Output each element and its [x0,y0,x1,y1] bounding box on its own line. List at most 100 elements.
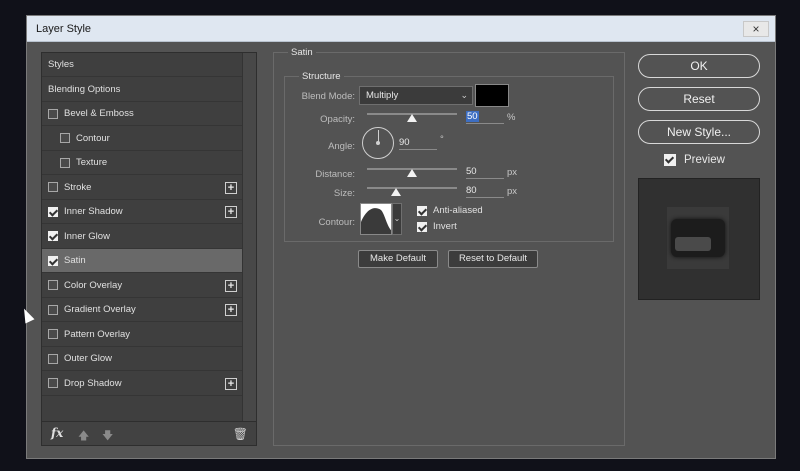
style-checkbox[interactable] [48,329,58,339]
styles-footer: fx 🡅 🡇 🗑 [42,421,256,445]
style-item-stroke[interactable]: Stroke + [42,176,242,200]
style-item-label: Inner Glow [64,230,110,242]
style-item-outer-glow[interactable]: Outer Glow [42,347,242,371]
close-icon: × [752,22,760,36]
angle-dial[interactable] [362,127,394,159]
contour-curve-icon [361,208,391,234]
structure-group: Structure Blend Mode: Multiply ⌄ Opacity… [284,71,614,242]
add-effect-plus-icon[interactable]: + [225,181,237,194]
style-checkbox[interactable] [48,280,58,290]
add-effect-plus-icon[interactable]: + [225,377,237,390]
style-item-label: Contour [76,132,110,144]
move-up-icon[interactable]: 🡅 [78,427,89,446]
style-checkbox[interactable] [48,108,58,119]
style-item-gradient-overlay[interactable]: Gradient Overlay + [42,298,242,322]
chevron-down-icon: ⌄ [393,214,401,223]
style-item-label: Drop Shadow [64,377,122,389]
angle-dial-center [376,141,380,145]
style-item-label: Texture [76,157,108,168]
new-style-button[interactable]: New Style... [638,120,760,144]
layer-style-dialog: Layer Style × Styles Blending Options Beve… [26,15,776,459]
style-item-color-overlay[interactable]: Color Overlay + [42,274,242,298]
anti-aliased-option[interactable]: Anti-aliased [417,205,483,216]
opacity-value: 50 [466,111,479,122]
opacity-label: Opacity: [320,114,355,125]
invert-checkbox[interactable] [417,221,427,232]
style-item-bevel-emboss[interactable]: Bevel & Emboss [42,102,242,126]
contour-dropdown[interactable]: ⌄ [392,203,402,235]
style-checkbox[interactable] [48,255,58,266]
add-effect-plus-icon[interactable]: + [225,206,237,218]
dialog-title: Layer Style [36,23,92,35]
styles-scrollbar[interactable] [242,53,256,421]
opacity-slider-thumb[interactable] [407,114,417,122]
style-item-label: Styles [48,59,74,70]
size-input[interactable]: 80 [466,185,504,198]
style-item-label: Color Overlay [64,279,123,291]
style-checkbox[interactable] [60,133,70,143]
invert-option[interactable]: Invert [417,221,457,232]
size-slider-thumb[interactable] [390,188,401,196]
style-item-drop-shadow[interactable]: Drop Shadow + [42,372,242,396]
size-slider[interactable] [367,187,457,189]
style-item-label: Gradient Overlay [64,304,136,315]
style-item-pattern-overlay[interactable]: Pattern Overlay [42,323,242,347]
styles-panel: Styles Blending Options Bevel & Emboss Cont… [41,52,257,446]
trash-icon[interactable]: 🗑 [233,427,248,441]
structure-label: Structure [299,71,344,82]
style-checkbox[interactable] [60,157,70,168]
style-item-contour[interactable]: Contour [42,127,242,151]
style-item-label: Blending Options [48,83,121,95]
distance-unit: px [507,167,518,178]
style-item-styles[interactable]: Styles [42,53,242,77]
style-item-blending-options[interactable]: Blending Options [42,78,242,102]
preview-effect [671,219,725,257]
angle-label: Angle: [328,141,355,152]
style-item-label: Satin [64,255,86,266]
distance-input[interactable]: 50 [466,166,504,179]
blend-mode-label: Blend Mode: [301,91,355,102]
chevron-down-icon: ⌄ [460,90,468,100]
style-item-texture[interactable]: Texture [42,151,242,175]
style-item-label: Stroke [64,181,92,193]
contour-preview[interactable] [360,203,392,235]
size-unit: px [507,186,518,197]
style-checkbox[interactable] [48,231,58,241]
close-button[interactable]: × [743,21,769,37]
style-preview [638,178,760,300]
style-item-inner-shadow[interactable]: Inner Shadow + [42,200,242,224]
anti-aliased-label: Anti-aliased [433,205,483,216]
style-checkbox[interactable] [48,182,58,192]
satin-settings: Satin Structure Blend Mode: Multiply ⌄ O… [273,47,625,446]
style-checkbox[interactable] [48,378,58,388]
make-default-button[interactable]: Make Default [358,250,438,268]
satin-color-swatch[interactable] [475,84,509,107]
style-item-inner-glow[interactable]: Inner Glow [42,225,242,249]
opacity-input[interactable]: 50 [466,111,504,124]
move-down-icon[interactable]: 🡇 [102,427,113,446]
angle-unit: ° [440,134,444,145]
style-checkbox[interactable] [48,353,58,364]
style-item-label: Inner Shadow [64,206,123,217]
distance-label: Distance: [315,169,355,180]
ok-button[interactable]: OK [638,54,760,78]
reset-to-default-button[interactable]: Reset to Default [448,250,538,268]
size-label: Size: [333,188,355,199]
style-checkbox[interactable] [48,206,58,217]
preview-checkbox[interactable] [664,154,676,166]
styles-list: Styles Blending Options Bevel & Emboss Cont… [42,53,242,421]
satin-group-label: Satin [288,47,316,58]
style-item-satin[interactable]: Satin [42,249,242,273]
preview-option[interactable]: Preview [664,154,725,166]
reset-button[interactable]: Reset [638,87,760,111]
distance-slider-thumb[interactable] [407,169,417,177]
blend-mode-value: Multiply [366,90,399,101]
add-effect-plus-icon[interactable]: + [225,304,237,316]
invert-label: Invert [433,221,457,232]
blend-mode-select[interactable]: Multiply ⌄ [359,86,473,105]
anti-aliased-checkbox[interactable] [417,205,427,216]
angle-input[interactable]: 90 [399,137,437,150]
add-effect-plus-icon[interactable]: + [225,279,237,292]
fx-icon[interactable]: fx [51,426,63,440]
style-checkbox[interactable] [48,304,58,315]
